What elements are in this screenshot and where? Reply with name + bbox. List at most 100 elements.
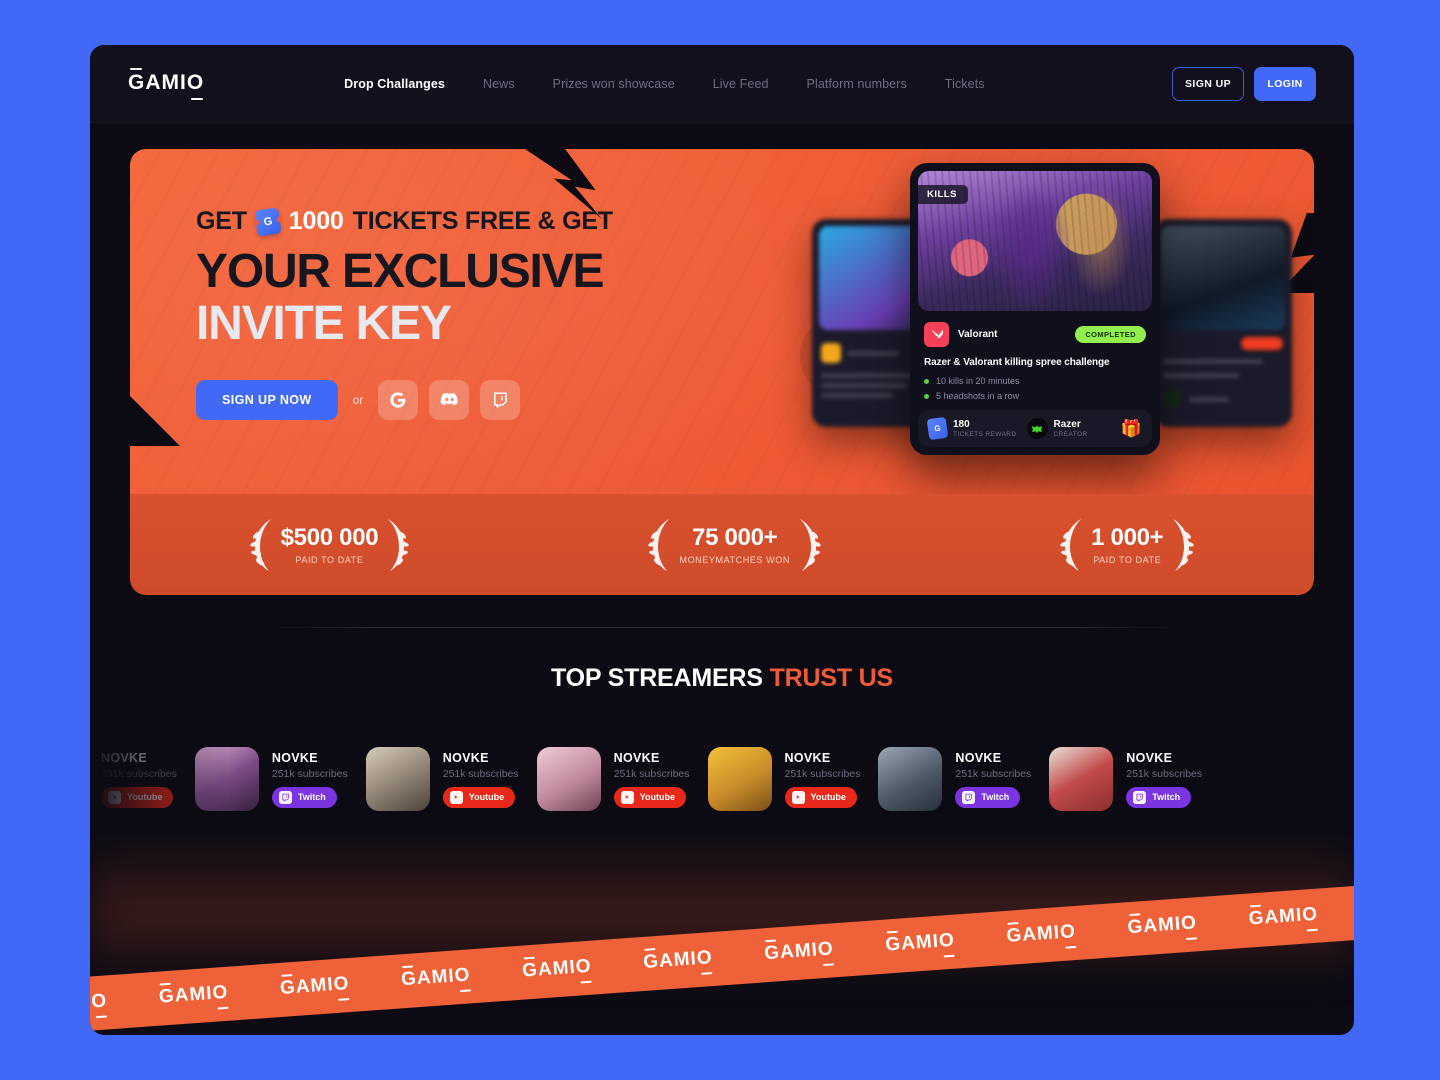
twitch-icon bbox=[962, 790, 976, 804]
streamer-info: NOVKE 251k subscribes Youtube bbox=[101, 751, 177, 808]
streamer-subscribers: 251k subscribes bbox=[1126, 767, 1203, 780]
brand-logo-text: GAMIO bbox=[128, 70, 205, 94]
streamer-avatar bbox=[536, 747, 601, 811]
streamers-section-title: TOP STREAMERS TRUST US bbox=[90, 664, 1354, 693]
discord-signin-button[interactable] bbox=[429, 379, 470, 420]
logo-top-bar bbox=[281, 974, 293, 977]
logo-bottom-bar bbox=[701, 972, 713, 975]
streamer-name: NOVKE bbox=[271, 750, 318, 765]
twitch-signin-button[interactable] bbox=[480, 379, 521, 420]
nav-item-platform-numbers[interactable]: Platform numbers bbox=[807, 77, 907, 91]
signup-button[interactable]: SIGN UP bbox=[1172, 66, 1244, 101]
marquee-logo: GAMIO bbox=[1005, 920, 1077, 949]
laurel-right-icon bbox=[799, 518, 821, 571]
marquee-logo: GAMIO bbox=[884, 929, 956, 958]
streamer-name: NOVKE bbox=[101, 750, 147, 765]
marquee-logo: GAMIO bbox=[1247, 903, 1319, 932]
hero-copy: GET G 1000 TICKETS FREE & GET YOUR EXCLU… bbox=[196, 206, 613, 420]
hero-headline-line-2: INVITE KEY bbox=[196, 296, 452, 350]
streamer-platform-badge[interactable]: Youtube bbox=[101, 786, 174, 808]
streamer-platform-label: Twitch bbox=[1152, 792, 1181, 802]
streamers-track: NOVKE 251k subscribes Youtube NOVKE 251k sub… bbox=[90, 731, 1354, 827]
streamers-carousel[interactable]: NOVKE 251k subscribes Youtube NOVKE 251k sub… bbox=[90, 731, 1354, 827]
creator-label: CREATOR bbox=[1053, 431, 1088, 439]
logo-top-bar bbox=[402, 965, 414, 969]
hero-stats-bar: $500 000 PAID TO DATE 75 000+ MONEYMATCH… bbox=[130, 494, 1314, 595]
card-thumbnail bbox=[1161, 226, 1285, 330]
marquee-logo: GAMIO bbox=[400, 964, 472, 993]
streamer-info: NOVKE 251k subscribes Twitch bbox=[271, 750, 348, 808]
marquee-logo: GAMIO bbox=[763, 938, 835, 967]
nav-item-news[interactable]: News bbox=[483, 77, 515, 91]
marquee-logo: GAMIO bbox=[158, 981, 229, 1010]
creator-name: Razer bbox=[1053, 418, 1081, 430]
laurel-right-icon bbox=[1173, 518, 1195, 571]
streamer-platform-badge[interactable]: Twitch bbox=[271, 786, 337, 808]
nav-item-live-feed[interactable]: Live Feed bbox=[713, 77, 769, 91]
app-window: GAMIO Drop Challanges News Prizes won sh… bbox=[90, 45, 1354, 1035]
card-status-badge bbox=[1241, 337, 1283, 350]
nav-actions: SIGN UP LOGIN bbox=[1172, 66, 1316, 101]
streamer-card[interactable]: NOVKE 251k subscribes Youtube bbox=[536, 747, 690, 811]
streamer-card[interactable]: NOVKE 251k subscribes Twitch bbox=[878, 747, 1031, 811]
youtube-icon bbox=[108, 790, 121, 804]
marquee-logo: GAMIO bbox=[1126, 912, 1198, 941]
streamer-card[interactable]: NOVKE 251k subscribes Twitch bbox=[194, 747, 348, 811]
streamer-avatar bbox=[365, 747, 430, 811]
ticket-icon: G bbox=[254, 206, 282, 237]
streamer-info: NOVKE 251k subscribes Twitch bbox=[955, 751, 1031, 808]
challenge-objectives: 10 kills in 20 minutes 5 headshots in a … bbox=[918, 368, 1152, 401]
stat-item: 1 000+ PAID TO DATE bbox=[1059, 517, 1195, 573]
login-button[interactable]: LOGIN bbox=[1254, 66, 1316, 101]
streamer-platform-label: Youtube bbox=[127, 792, 163, 802]
streamer-platform-badge[interactable]: Youtube bbox=[442, 786, 516, 808]
challenge-category-badge: KILLS bbox=[918, 185, 968, 204]
card-line-1 bbox=[1163, 359, 1263, 364]
hero-eyebrow-number: 1000 bbox=[288, 207, 344, 235]
nav-item-tickets[interactable]: Tickets bbox=[945, 77, 985, 91]
streamer-subscribers: 251k subscribes bbox=[101, 767, 177, 780]
streamer-avatar bbox=[1049, 747, 1114, 811]
laurel-right-icon bbox=[388, 518, 410, 571]
logo-top-bar bbox=[1128, 913, 1140, 917]
streamer-platform-badge[interactable]: Youtube bbox=[784, 786, 857, 808]
stat-item: $500 000 PAID TO DATE bbox=[249, 517, 411, 573]
top-navigation-bar: GAMIO Drop Challanges News Prizes won sh… bbox=[90, 45, 1354, 123]
objective-item: 5 headshots in a row bbox=[924, 391, 1146, 401]
brand-logo[interactable]: GAMIO bbox=[128, 67, 205, 100]
streamer-subscribers: 251k subscribes bbox=[784, 767, 861, 780]
streamer-info: NOVKE 251k subscribes Youtube bbox=[784, 751, 861, 808]
challenge-thumbnail: KILLS bbox=[918, 171, 1152, 311]
streamer-platform-badge[interactable]: Youtube bbox=[613, 786, 686, 808]
logo-bottom-bar bbox=[191, 97, 204, 100]
streamer-platform-badge[interactable]: Twitch bbox=[955, 786, 1021, 808]
streamer-subscribers: 251k subscribes bbox=[442, 767, 519, 780]
logo-bottom-bar bbox=[943, 954, 955, 958]
streamer-card[interactable]: NOVKE 251k subscribes Twitch bbox=[1049, 747, 1202, 811]
streamer-name: NOVKE bbox=[442, 750, 489, 765]
streamer-info: NOVKE 251k subscribes Twitch bbox=[1126, 751, 1202, 808]
challenge-cards-cluster: KILLS Valorant COMPLETED Razer & Valoran… bbox=[812, 163, 1292, 483]
streamer-avatar bbox=[707, 747, 772, 811]
nav-item-drop-challanges[interactable]: Drop Challanges bbox=[344, 77, 445, 91]
hero-banner: GET G 1000 TICKETS FREE & GET YOUR EXCLU… bbox=[130, 149, 1314, 494]
stat-value: 75 000+ bbox=[692, 524, 778, 552]
streamer-card[interactable]: NOVKE 251k subscribes Youtube bbox=[365, 747, 519, 811]
google-signin-button[interactable] bbox=[378, 379, 419, 420]
streamer-platform-label: Youtube bbox=[468, 792, 505, 802]
streamer-subscribers: 251k subscribes bbox=[271, 767, 348, 780]
streamer-platform-label: Youtube bbox=[810, 792, 846, 802]
logo-bottom-bar bbox=[1185, 937, 1198, 941]
logo-bottom-bar bbox=[1307, 928, 1319, 932]
nav-item-prizes-won-showcase[interactable]: Prizes won showcase bbox=[553, 77, 675, 91]
section-title-white: TOP STREAMERS bbox=[551, 664, 763, 692]
challenge-card-secondary-right[interactable] bbox=[1154, 219, 1292, 427]
streamer-platform-badge[interactable]: Twitch bbox=[1126, 786, 1192, 808]
logo-top-bar bbox=[1249, 904, 1261, 908]
challenge-card-featured[interactable]: KILLS Valorant COMPLETED Razer & Valoran… bbox=[910, 163, 1160, 455]
logo-top-bar bbox=[765, 939, 777, 943]
reward-value: 180 bbox=[953, 418, 970, 430]
streamer-card[interactable]: NOVKE 251k subscribes Youtube bbox=[707, 747, 861, 811]
streamer-card[interactable]: NOVKE 251k subscribes Youtube bbox=[90, 747, 177, 811]
sign-up-now-button[interactable]: SIGN UP NOW bbox=[196, 379, 338, 420]
